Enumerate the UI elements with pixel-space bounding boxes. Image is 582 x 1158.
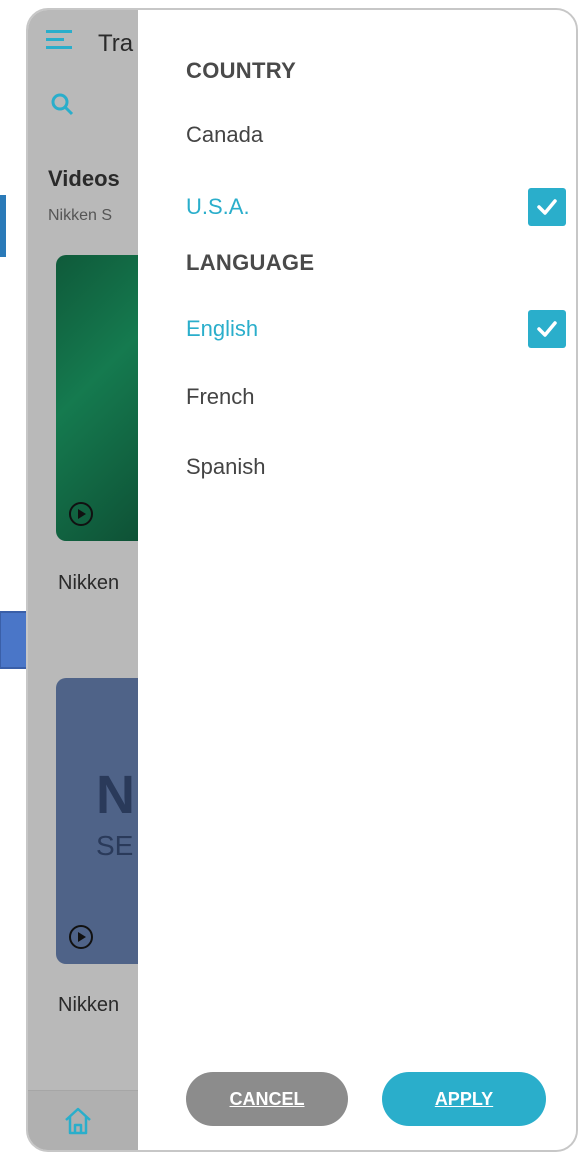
checkbox-checked[interactable] (528, 188, 566, 226)
background-app: Tra Videos Nikken S Nikken N SE Nikken (28, 10, 176, 1150)
checkmark-icon (537, 321, 557, 337)
card-logo-text: N (96, 765, 135, 825)
checkbox-checked[interactable] (528, 310, 566, 348)
play-circle-icon (69, 925, 93, 949)
video-caption: Nikken (58, 572, 120, 594)
phone-frame: Tra Videos Nikken S Nikken N SE Nikken C… (26, 8, 578, 1152)
country-header: COUNTRY (186, 58, 297, 83)
hamburger-icon[interactable] (46, 28, 72, 50)
apply-button[interactable]: APPLY (382, 1072, 546, 1126)
checkmark-icon (537, 199, 557, 215)
option-label: U.S.A. (186, 194, 250, 219)
home-icon[interactable] (62, 1105, 94, 1137)
section-title: Videos (48, 166, 120, 191)
bottom-nav (28, 1090, 138, 1150)
app-title: Tra (98, 30, 134, 57)
language-option-spanish[interactable]: Spanish (186, 446, 566, 494)
play-circle-icon (69, 502, 93, 526)
option-label: Canada (186, 122, 264, 147)
annotation-bar (0, 195, 6, 257)
country-option-canada[interactable]: Canada (186, 114, 566, 162)
section-subtitle: Nikken S (48, 207, 113, 224)
filter-panel: COUNTRY Canada U.S.A. LANGUAGE English F… (138, 10, 576, 1150)
language-option-french[interactable]: French (186, 376, 566, 424)
video-caption: Nikken (58, 994, 120, 1016)
cancel-button[interactable]: CANCEL (186, 1072, 348, 1126)
card-logo-subtext: SE (96, 830, 134, 861)
search-icon[interactable] (50, 92, 74, 116)
language-option-english[interactable]: English (186, 308, 566, 356)
option-label: English (186, 316, 259, 341)
language-header: LANGUAGE (186, 250, 315, 275)
option-label: Spanish (186, 454, 266, 479)
country-option-usa[interactable]: U.S.A. (186, 186, 566, 234)
option-label: French (186, 384, 255, 409)
